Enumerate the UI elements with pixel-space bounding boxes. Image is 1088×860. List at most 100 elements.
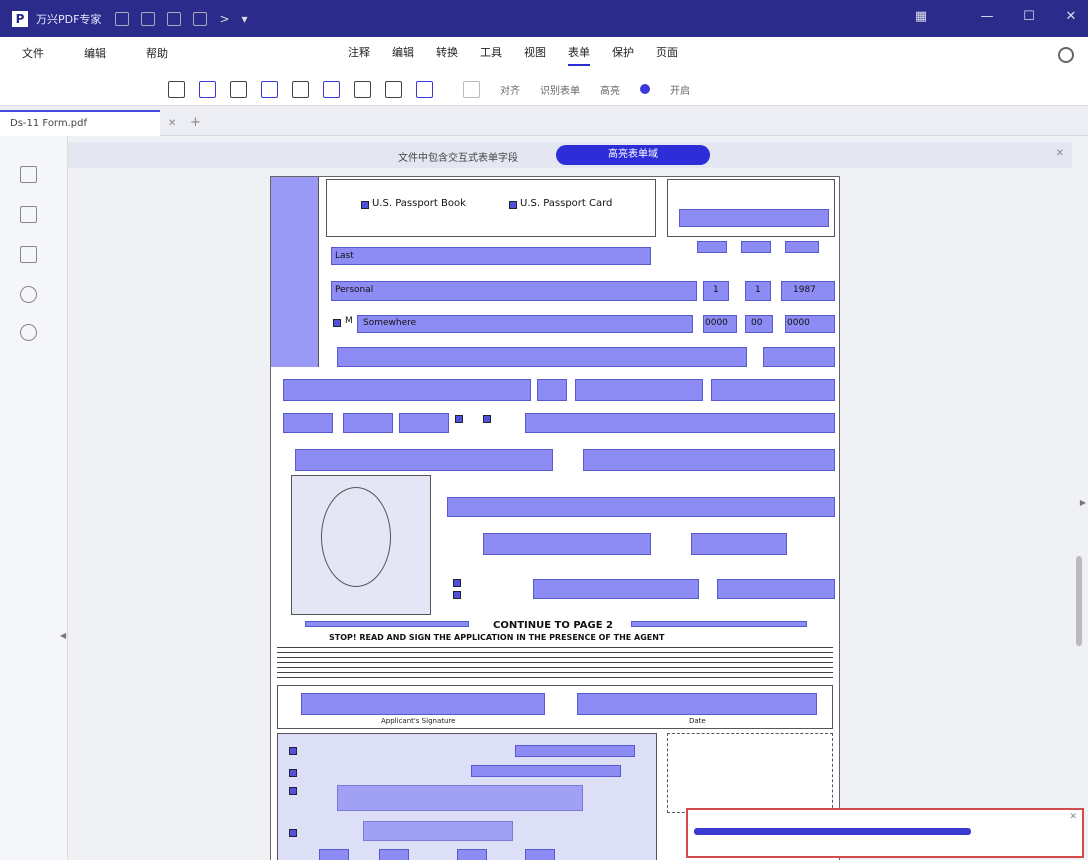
tab-view[interactable]: 视图 xyxy=(524,44,546,66)
dropdown-icon[interactable]: ▾ xyxy=(242,12,248,26)
acceptance-field-4[interactable] xyxy=(363,821,513,841)
other-names-field-2[interactable] xyxy=(583,449,835,471)
vertical-scrollbar-thumb[interactable] xyxy=(1076,556,1082,646)
window-controls: ▦ — ☐ ✕ xyxy=(912,9,1080,24)
print-icon[interactable] xyxy=(167,11,182,26)
marriage-checkbox[interactable] xyxy=(453,579,461,587)
last-name-field[interactable] xyxy=(331,247,651,265)
attachment-icon[interactable] xyxy=(20,246,37,263)
dob-month-value: 1 xyxy=(713,285,719,295)
acceptance-field-7[interactable] xyxy=(457,849,487,860)
acceptance-checkbox-3[interactable] xyxy=(289,787,297,795)
align-button[interactable]: 对齐 xyxy=(500,82,520,97)
sex-m-checkbox[interactable] xyxy=(333,319,341,327)
passport-name-field[interactable] xyxy=(447,497,835,517)
signature-field-icon[interactable] xyxy=(385,80,402,98)
tab-form[interactable]: 表单 xyxy=(568,44,590,66)
tab-protect[interactable]: 保护 xyxy=(612,44,634,66)
tab-edit[interactable]: 编辑 xyxy=(392,44,414,66)
highlight-toggle[interactable] xyxy=(640,84,650,94)
passport-number-field[interactable] xyxy=(483,533,651,555)
acceptance-checkbox-1[interactable] xyxy=(289,747,297,755)
phone-home-checkbox[interactable] xyxy=(455,415,463,423)
office-field-3[interactable] xyxy=(785,241,819,253)
image-field-icon[interactable] xyxy=(354,80,371,98)
close-icon[interactable]: ✕ xyxy=(1062,9,1080,24)
acceptance-field-5[interactable] xyxy=(319,849,349,860)
acceptance-field-3[interactable] xyxy=(337,785,583,811)
email-field[interactable] xyxy=(525,413,835,433)
acceptance-field-2[interactable] xyxy=(471,765,621,777)
acceptance-field-8[interactable] xyxy=(525,849,555,860)
acceptance-checkbox-4[interactable] xyxy=(289,829,297,837)
left-sidebar: ◀ xyxy=(0,136,68,860)
settings-icon[interactable] xyxy=(1058,47,1074,63)
phone-field-2[interactable] xyxy=(343,413,393,433)
acceptance-field-6[interactable] xyxy=(379,849,409,860)
distribute-icon[interactable] xyxy=(463,80,480,98)
menu-edit[interactable]: 编辑 xyxy=(84,45,106,65)
city-field[interactable] xyxy=(283,379,531,401)
grid-icon[interactable]: ▦ xyxy=(912,9,930,24)
mailing-address-field[interactable] xyxy=(337,347,747,367)
redo-icon[interactable]: > xyxy=(219,12,229,26)
passport-book-checkbox[interactable] xyxy=(361,201,369,209)
minimize-icon[interactable]: — xyxy=(978,9,996,24)
court-order-checkbox[interactable] xyxy=(453,591,461,599)
bookmark-icon[interactable] xyxy=(20,206,37,223)
save-icon[interactable] xyxy=(141,11,156,26)
expand-right-panel-icon[interactable]: ▶ xyxy=(1080,498,1086,507)
first-name-field[interactable] xyxy=(331,281,697,301)
office-field-1[interactable] xyxy=(697,241,727,253)
notification-close-icon[interactable]: ✕ xyxy=(1056,148,1064,159)
phone-field-1[interactable] xyxy=(283,413,333,433)
tab-tools[interactable]: 工具 xyxy=(480,44,502,66)
thumbnail-icon[interactable] xyxy=(20,166,37,183)
date-field[interactable] xyxy=(577,693,817,715)
tab-comment[interactable]: 注释 xyxy=(348,44,370,66)
country-field[interactable] xyxy=(711,379,835,401)
acceptance-field-1[interactable] xyxy=(515,745,635,757)
combo-box-icon[interactable] xyxy=(292,80,309,98)
text-field-icon[interactable] xyxy=(168,80,185,98)
form-toolbar: 对齐 识别表单 高亮 开启 xyxy=(0,73,1088,106)
document-tab[interactable]: Ds-11 Form.pdf xyxy=(0,110,160,136)
name-change-date-field[interactable] xyxy=(717,579,835,599)
passport-date-field[interactable] xyxy=(691,533,787,555)
pin-icon[interactable] xyxy=(416,80,433,98)
new-tab-button[interactable]: + xyxy=(190,115,201,130)
phone-cell-checkbox[interactable] xyxy=(483,415,491,423)
signature-field[interactable] xyxy=(301,693,545,715)
menu-help[interactable]: 帮助 xyxy=(146,45,168,65)
sign-instruction-text: STOP! READ AND SIGN THE APPLICATION IN T… xyxy=(329,633,665,642)
checkbox-icon[interactable] xyxy=(199,80,216,98)
list-box-icon[interactable] xyxy=(261,80,278,98)
office-use-field[interactable] xyxy=(679,209,829,227)
state-field[interactable] xyxy=(537,379,567,401)
button-icon[interactable] xyxy=(323,80,340,98)
highlight-fields-button[interactable]: 高亮表单域 xyxy=(556,145,710,165)
phone-field-3[interactable] xyxy=(399,413,449,433)
maximize-icon[interactable]: ☐ xyxy=(1020,9,1038,24)
tab-convert[interactable]: 转换 xyxy=(436,44,458,66)
other-names-field-1[interactable] xyxy=(295,449,553,471)
undo-icon[interactable] xyxy=(193,11,208,26)
passport-card-checkbox[interactable] xyxy=(509,201,517,209)
search-icon[interactable] xyxy=(20,324,37,341)
form-notification-bar: 文件中包含交互式表单字段 高亮表单域 ✕ xyxy=(68,142,1072,168)
open-icon[interactable] xyxy=(115,11,130,26)
comment-icon[interactable] xyxy=(20,286,37,303)
menu-file[interactable]: 文件 xyxy=(22,45,44,65)
recognize-form-button[interactable]: 识别表单 xyxy=(540,82,580,97)
apartment-field[interactable] xyxy=(763,347,835,367)
tab-close-icon[interactable]: ✕ xyxy=(168,118,176,129)
popup-close-icon[interactable]: ✕ xyxy=(1069,812,1077,822)
name-change-place-field[interactable] xyxy=(533,579,699,599)
title-bar: P 万兴PDF专家 > ▾ ▦ — ☐ ✕ xyxy=(0,0,1088,37)
collapse-sidebar-icon[interactable]: ◀ xyxy=(60,631,66,640)
zip-field[interactable] xyxy=(575,379,703,401)
radio-button-icon[interactable] xyxy=(230,80,247,98)
office-field-2[interactable] xyxy=(741,241,771,253)
tab-page[interactable]: 页面 xyxy=(656,44,678,66)
acceptance-checkbox-2[interactable] xyxy=(289,769,297,777)
